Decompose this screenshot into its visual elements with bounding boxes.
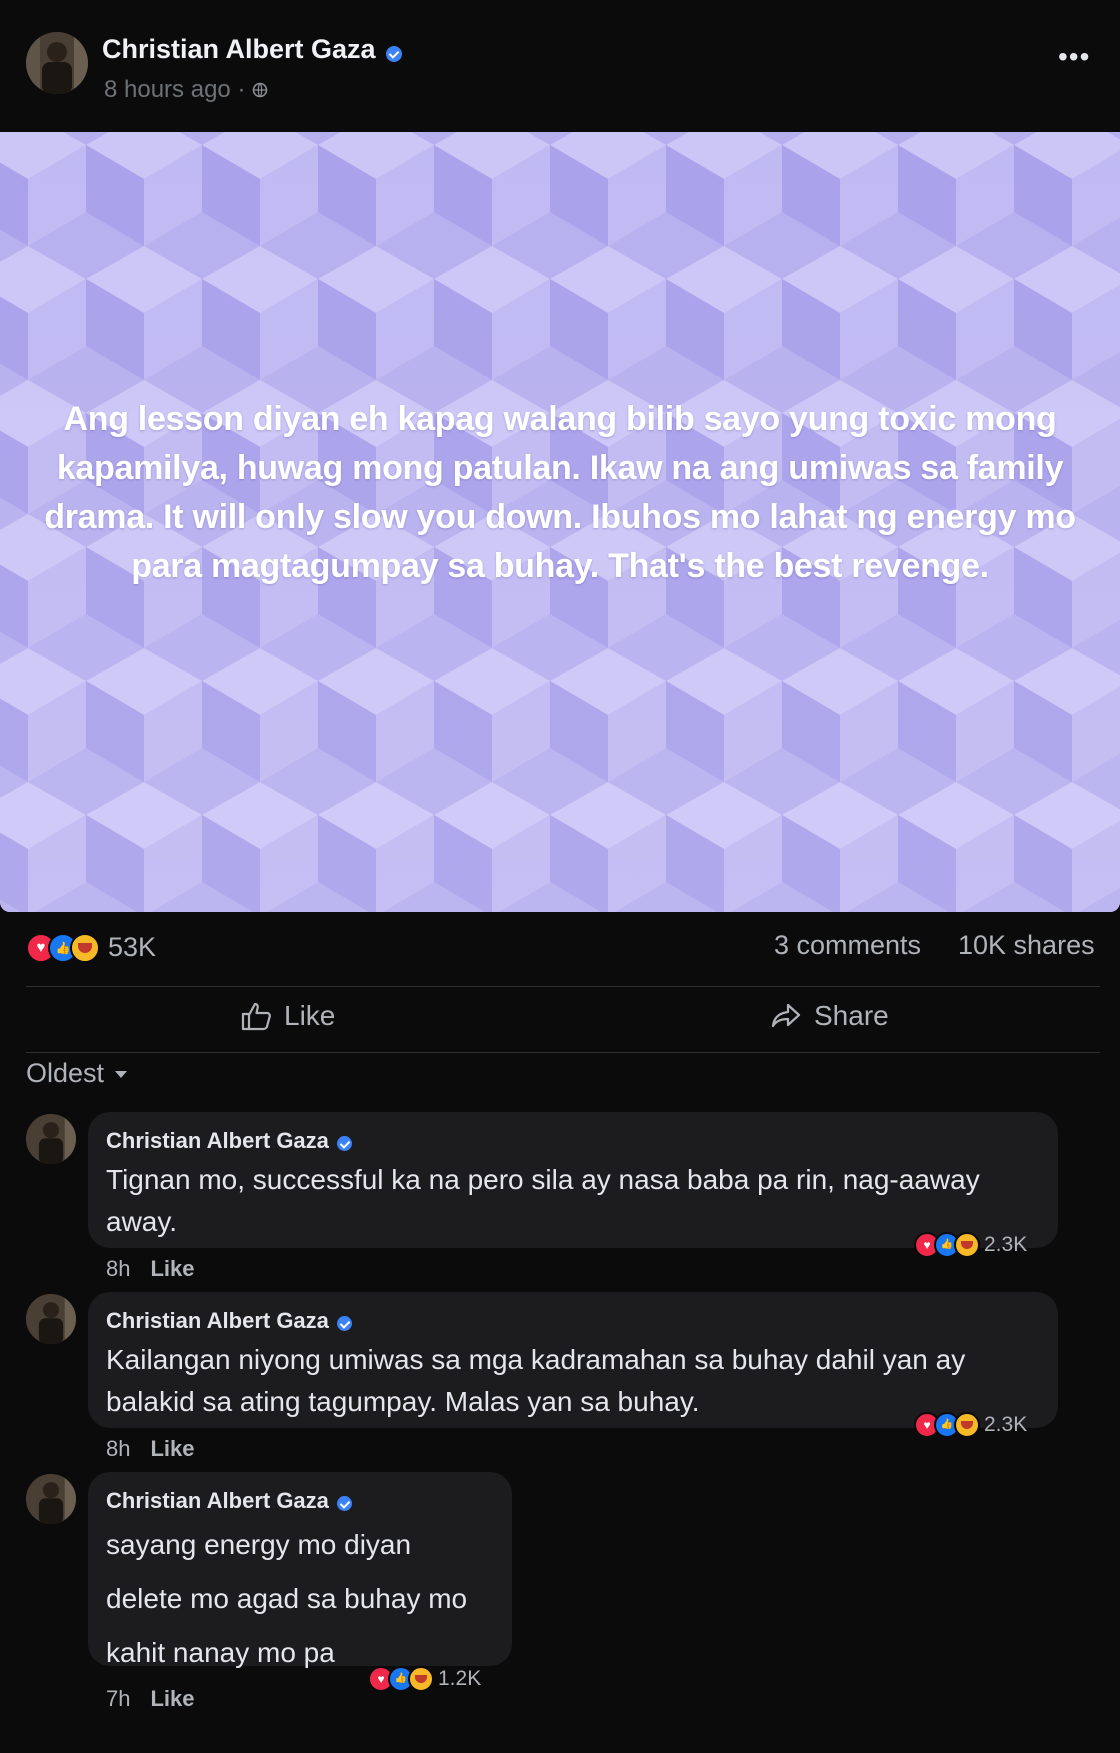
verified-badge-icon — [337, 1496, 353, 1512]
comment-line: Tignan mo, successful ka na pero sila ay… — [106, 1164, 980, 1195]
comment-time[interactable]: 7h — [106, 1686, 130, 1711]
verified-badge-icon — [386, 45, 403, 62]
sort-label: Oldest — [26, 1058, 105, 1088]
divider — [26, 986, 1100, 987]
comment-time[interactable]: 8h — [106, 1256, 130, 1281]
comment-reactions[interactable]: 2.3K — [914, 1232, 1027, 1258]
avatar-image — [26, 1114, 76, 1164]
comment-like-button[interactable]: Like — [150, 1686, 194, 1711]
comment-time[interactable]: 8h — [106, 1436, 130, 1461]
comment-author-row: Christian Albert Gaza — [106, 1488, 353, 1514]
comment-line: sayang energy mo diyan — [106, 1529, 412, 1560]
verified-badge-icon — [337, 1136, 353, 1152]
comment-avatar[interactable] — [26, 1294, 76, 1344]
avatar-image — [26, 1474, 76, 1524]
post-author-name[interactable]: Christian Albert Gaza — [102, 34, 376, 64]
comment-line: balakid sa ating tagumpay. Malas yan sa … — [106, 1386, 700, 1417]
comment-line: delete mo agad sa buhay mo — [106, 1583, 468, 1614]
comment-text: Tignan mo, successful ka na pero sila ay… — [106, 1159, 1036, 1243]
care-reaction-icon — [954, 1412, 980, 1438]
post-time[interactable]: 8 hours ago — [104, 76, 231, 103]
comment-avatar[interactable] — [26, 1474, 76, 1524]
comment-line: away. — [106, 1206, 178, 1237]
thumbs-up-icon — [241, 1002, 271, 1031]
comment-text: sayang energy mo diyan delete mo agad sa… — [106, 1518, 506, 1680]
comment-author-row: Christian Albert Gaza — [106, 1308, 353, 1334]
share-button[interactable]: Share — [770, 1000, 889, 1032]
dot-separator: · — [237, 76, 253, 103]
post-timestamp-row: 8 hours ago · — [104, 76, 268, 104]
care-reaction-icon — [954, 1232, 980, 1258]
comment-line: Kailangan niyong umiwas sa mga kadramaha… — [106, 1344, 966, 1375]
reaction-count: 53K — [108, 932, 157, 962]
comment-sort-dropdown[interactable]: Oldest — [26, 1058, 128, 1089]
comment-meta: 8h Like — [106, 1256, 195, 1282]
comment-reactions[interactable]: 1.2K — [368, 1666, 481, 1692]
comment-like-button[interactable]: Like — [150, 1256, 194, 1281]
post-text: Ang lesson diyan eh kapag walang bilib s… — [44, 400, 1076, 585]
avatar-image — [26, 1294, 76, 1344]
care-reaction-icon — [408, 1666, 434, 1692]
comment-reactions[interactable]: 2.3K — [914, 1412, 1027, 1438]
comment-reaction-count: 1.2K — [438, 1667, 482, 1690]
verified-badge-icon — [337, 1316, 353, 1332]
comment-reaction-count: 2.3K — [984, 1413, 1028, 1436]
comment-author-name[interactable]: Christian Albert Gaza — [106, 1308, 329, 1333]
reaction-summary[interactable]: 53K — [26, 932, 156, 963]
comment-reaction-count: 2.3K — [984, 1233, 1028, 1256]
share-icon — [771, 1003, 801, 1028]
comment-text: Kailangan niyong umiwas sa mga kadramaha… — [106, 1339, 1036, 1423]
comment-author-name[interactable]: Christian Albert Gaza — [106, 1488, 329, 1513]
more-options-icon[interactable]: ••• — [1058, 43, 1089, 71]
globe-icon — [252, 82, 268, 98]
comment-meta: 7h Like — [106, 1686, 195, 1712]
share-button-label: Share — [814, 1000, 889, 1031]
comments-count[interactable]: 3 comments — [774, 930, 921, 961]
divider — [26, 1052, 1100, 1053]
comment-author-name[interactable]: Christian Albert Gaza — [106, 1128, 329, 1153]
post-author-row: Christian Albert Gaza — [102, 34, 403, 65]
comment-avatar[interactable] — [26, 1114, 76, 1164]
like-button[interactable]: Like — [240, 1000, 335, 1032]
comment-meta: 8h Like — [106, 1436, 195, 1462]
comment-like-button[interactable]: Like — [150, 1436, 194, 1461]
avatar-image — [26, 32, 88, 94]
like-button-label: Like — [284, 1000, 336, 1031]
post-author-avatar[interactable] — [26, 32, 88, 94]
care-reaction-icon — [70, 932, 100, 963]
shares-count[interactable]: 10K shares — [958, 930, 1095, 961]
caret-down-icon — [115, 1070, 128, 1078]
comment-author-row: Christian Albert Gaza — [106, 1128, 353, 1154]
